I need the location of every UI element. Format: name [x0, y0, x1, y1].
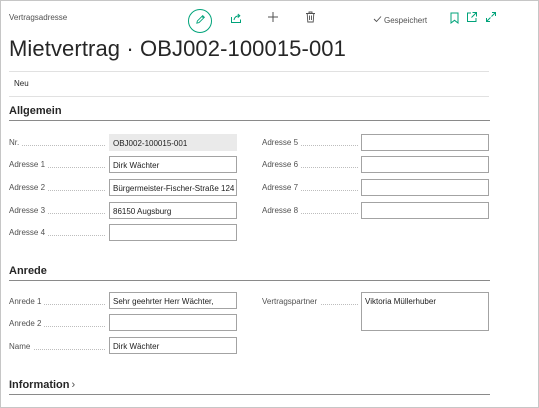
- adresse-2-label: Adresse 2: [9, 183, 105, 193]
- nr-label: Nr.: [9, 138, 105, 148]
- saved-status: Gespeichert: [373, 15, 427, 25]
- adresse-7-label: Adresse 7: [262, 183, 358, 193]
- trash-icon: [305, 10, 316, 28]
- open-new-window-button[interactable]: [466, 10, 478, 28]
- bookmark-button[interactable]: [449, 11, 459, 29]
- adresse-4-label: Adresse 4: [9, 228, 105, 238]
- adresse-7-field[interactable]: [361, 179, 489, 196]
- anrede-2-label: Anrede 2: [9, 319, 105, 329]
- adresse-6-field[interactable]: [361, 156, 489, 173]
- adresse-2-field[interactable]: Bürgermeister-Fischer-Straße 124: [109, 179, 237, 196]
- adresse-3-label: Adresse 3: [9, 206, 105, 216]
- pencil-icon: [195, 12, 206, 30]
- nr-field: OBJ002-100015-001: [109, 134, 237, 151]
- adresse-6-label: Adresse 6: [262, 160, 358, 170]
- section-information-header[interactable]: Information ›: [9, 379, 490, 395]
- delete-button[interactable]: [304, 10, 316, 28]
- new-action[interactable]: Neu: [14, 79, 29, 88]
- adresse-4-field[interactable]: [109, 224, 237, 241]
- card-toolbar: Gespeichert: [1, 9, 538, 33]
- bookmark-icon: [450, 11, 459, 29]
- adresse-5-label: Adresse 5: [262, 138, 358, 148]
- page-title: Mietvertrag · OBJ002-100015-001: [9, 36, 346, 61]
- adresse-3-field[interactable]: 86150 Augsburg: [109, 202, 237, 219]
- adresse-5-field[interactable]: [361, 134, 489, 151]
- anrede-1-label: Anrede 1: [9, 297, 105, 307]
- checkmark-icon: [373, 15, 382, 25]
- action-bar: Neu: [9, 71, 489, 97]
- plus-icon: [267, 10, 279, 28]
- name-label: Name: [9, 342, 105, 352]
- edit-button[interactable]: [188, 9, 212, 33]
- section-information-label: Information: [9, 379, 70, 391]
- section-anrede-header[interactable]: Anrede: [9, 265, 490, 281]
- adresse-1-field[interactable]: Dirk Wächter: [109, 156, 237, 173]
- adresse-8-field[interactable]: [361, 202, 489, 219]
- share-icon: [230, 11, 242, 29]
- saved-label: Gespeichert: [384, 15, 428, 25]
- new-button[interactable]: [267, 10, 279, 28]
- vertragspartner-field[interactable]: Viktoria Müllerhuber: [361, 292, 489, 331]
- section-allgemein-header[interactable]: Allgemein: [9, 105, 490, 121]
- chevron-right-icon: ›: [71, 379, 76, 391]
- anrede-1-field[interactable]: Sehr geehrter Herr Wächter,: [109, 292, 237, 309]
- vertragspartner-label: Vertragspartner: [262, 297, 358, 307]
- card-frame: Vertragsadresse Gespeichert Mietvertrag …: [0, 0, 539, 408]
- share-button[interactable]: [230, 11, 242, 29]
- adresse-1-label: Adresse 1: [9, 160, 105, 170]
- adresse-8-label: Adresse 8: [262, 206, 358, 216]
- expand-icon: [485, 10, 497, 28]
- expand-button[interactable]: [485, 10, 497, 28]
- anrede-2-field[interactable]: [109, 314, 237, 331]
- name-field[interactable]: Dirk Wächter: [109, 337, 237, 354]
- popout-icon: [466, 10, 478, 28]
